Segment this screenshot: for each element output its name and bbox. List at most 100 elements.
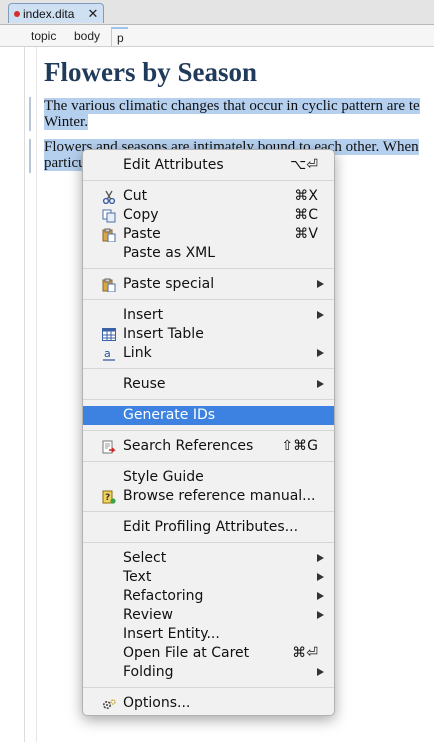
link-icon: a	[101, 346, 116, 361]
menu-item-generate-ids[interactable]: Generate IDs	[83, 406, 334, 425]
menu-label: Reuse	[123, 376, 166, 392]
svg-text:a: a	[104, 347, 111, 360]
menu-item-edit-attributes[interactable]: Edit Attributes ⌥⏎	[83, 156, 334, 175]
menu-label: Paste	[123, 226, 161, 242]
tab-index-dita[interactable]: index.dita ✕	[8, 3, 104, 23]
selected-text: Winter.	[44, 114, 88, 130]
menu-label: Paste special	[123, 276, 215, 292]
menu-item-copy[interactable]: Copy ⌘C	[83, 206, 334, 225]
menu-item-insert[interactable]: Insert	[83, 306, 334, 325]
gears-icon	[101, 696, 116, 711]
close-tab-icon[interactable]: ✕	[86, 6, 100, 22]
menu-label: Style Guide	[123, 469, 204, 485]
menu-separator	[83, 268, 334, 269]
menu-label: Edit Attributes	[123, 157, 224, 173]
submenu-arrow-icon	[317, 380, 324, 388]
menu-item-paste[interactable]: Paste ⌘V	[83, 225, 334, 244]
menu-item-insert-entity[interactable]: Insert Entity...	[83, 625, 334, 644]
menu-separator	[83, 368, 334, 369]
menu-item-select[interactable]: Select	[83, 549, 334, 568]
menu-label: Folding	[123, 664, 174, 680]
menu-label: Open File at Caret	[123, 645, 250, 661]
menu-item-insert-table[interactable]: Insert Table	[83, 325, 334, 344]
menu-item-options[interactable]: Options...	[83, 694, 334, 713]
menu-label: Review	[123, 607, 173, 623]
menu-item-folding[interactable]: Folding	[83, 663, 334, 682]
menu-label: Browse reference manual...	[123, 488, 316, 504]
menu-label: Generate IDs	[123, 407, 216, 423]
menu-label: Insert	[123, 307, 164, 323]
menu-item-style-guide[interactable]: Style Guide	[83, 468, 334, 487]
menu-shortcut: ⌘⏎	[292, 645, 318, 661]
menu-separator	[83, 511, 334, 512]
menu-separator	[83, 399, 334, 400]
menu-item-refactoring[interactable]: Refactoring	[83, 587, 334, 606]
menu-label: Insert Entity...	[123, 626, 220, 642]
menu-label: Refactoring	[123, 588, 204, 604]
menu-label: Cut	[123, 188, 148, 204]
submenu-arrow-icon	[317, 554, 324, 562]
menu-shortcut: ⌥⏎	[290, 157, 318, 173]
submenu-arrow-icon	[317, 311, 324, 319]
menu-shortcut: ⇧⌘G	[281, 438, 318, 454]
block-marker	[29, 97, 31, 131]
clipboard-icon	[101, 277, 116, 292]
submenu-arrow-icon	[317, 349, 324, 357]
submenu-arrow-icon	[317, 280, 324, 288]
menu-item-reuse[interactable]: Reuse	[83, 375, 334, 394]
menu-item-text[interactable]: Text	[83, 568, 334, 587]
tab-label: index.dita	[23, 6, 75, 21]
clipboard-icon	[101, 227, 116, 242]
menu-separator	[83, 430, 334, 431]
table-icon	[101, 327, 116, 342]
menu-label: Copy	[123, 207, 159, 223]
context-menu: Edit Attributes ⌥⏎ Cut ⌘X Copy ⌘C Paste …	[82, 149, 335, 716]
menu-item-open-file-at-caret[interactable]: Open File at Caret ⌘⏎	[83, 644, 334, 663]
menu-item-search-references[interactable]: Search References ⇧⌘G	[83, 437, 334, 456]
submenu-arrow-icon	[317, 592, 324, 600]
menu-separator	[83, 180, 334, 181]
paragraph-1[interactable]: The various climatic changes that occur …	[44, 98, 420, 130]
menu-shortcut: ⌘X	[294, 188, 318, 204]
block-marker	[29, 139, 31, 173]
menu-item-cut[interactable]: Cut ⌘X	[83, 187, 334, 206]
gutter-divider	[36, 47, 37, 742]
menu-separator	[83, 687, 334, 688]
menu-item-paste-as-xml[interactable]: Paste as XML	[83, 244, 334, 263]
menu-label: Edit Profiling Attributes...	[123, 519, 299, 535]
document-title[interactable]: Flowers by Season	[44, 57, 257, 88]
menu-item-link[interactable]: a Link	[83, 344, 334, 363]
submenu-arrow-icon	[317, 611, 324, 619]
menu-separator	[83, 299, 334, 300]
submenu-arrow-icon	[317, 573, 324, 581]
editor-tab-strip: index.dita ✕	[0, 0, 434, 25]
menu-shortcut: ⌘C	[294, 207, 318, 223]
gutter-divider	[24, 47, 25, 742]
submenu-arrow-icon	[317, 668, 324, 676]
menu-label: Text	[123, 569, 152, 585]
menu-shortcut: ⌘V	[294, 226, 318, 242]
menu-label: Insert Table	[123, 326, 204, 342]
menu-separator	[83, 542, 334, 543]
selected-text: The various climatic changes that occur …	[44, 98, 420, 114]
selected-text: particu	[44, 155, 86, 171]
breadcrumb: topic body p	[0, 25, 434, 47]
copy-icon	[101, 208, 116, 223]
menu-item-browse-reference-manual[interactable]: ? Browse reference manual...	[83, 487, 334, 506]
breadcrumb-topic[interactable]: topic	[31, 29, 56, 43]
breadcrumb-body[interactable]: body	[74, 29, 100, 43]
menu-label: Search References	[123, 438, 254, 454]
menu-item-edit-profiling-attributes[interactable]: Edit Profiling Attributes...	[83, 518, 334, 537]
search-references-icon	[101, 439, 116, 454]
menu-label: Link	[123, 345, 152, 361]
menu-label: Select	[123, 550, 167, 566]
breadcrumb-p[interactable]: p	[111, 27, 128, 47]
help-book-icon: ?	[101, 489, 116, 504]
svg-text:?: ?	[105, 493, 110, 503]
menu-item-paste-special[interactable]: Paste special	[83, 275, 334, 294]
menu-separator	[83, 461, 334, 462]
modified-indicator-icon	[14, 10, 20, 17]
menu-label: Options...	[123, 695, 191, 711]
scissors-icon	[101, 189, 116, 204]
menu-item-review[interactable]: Review	[83, 606, 334, 625]
